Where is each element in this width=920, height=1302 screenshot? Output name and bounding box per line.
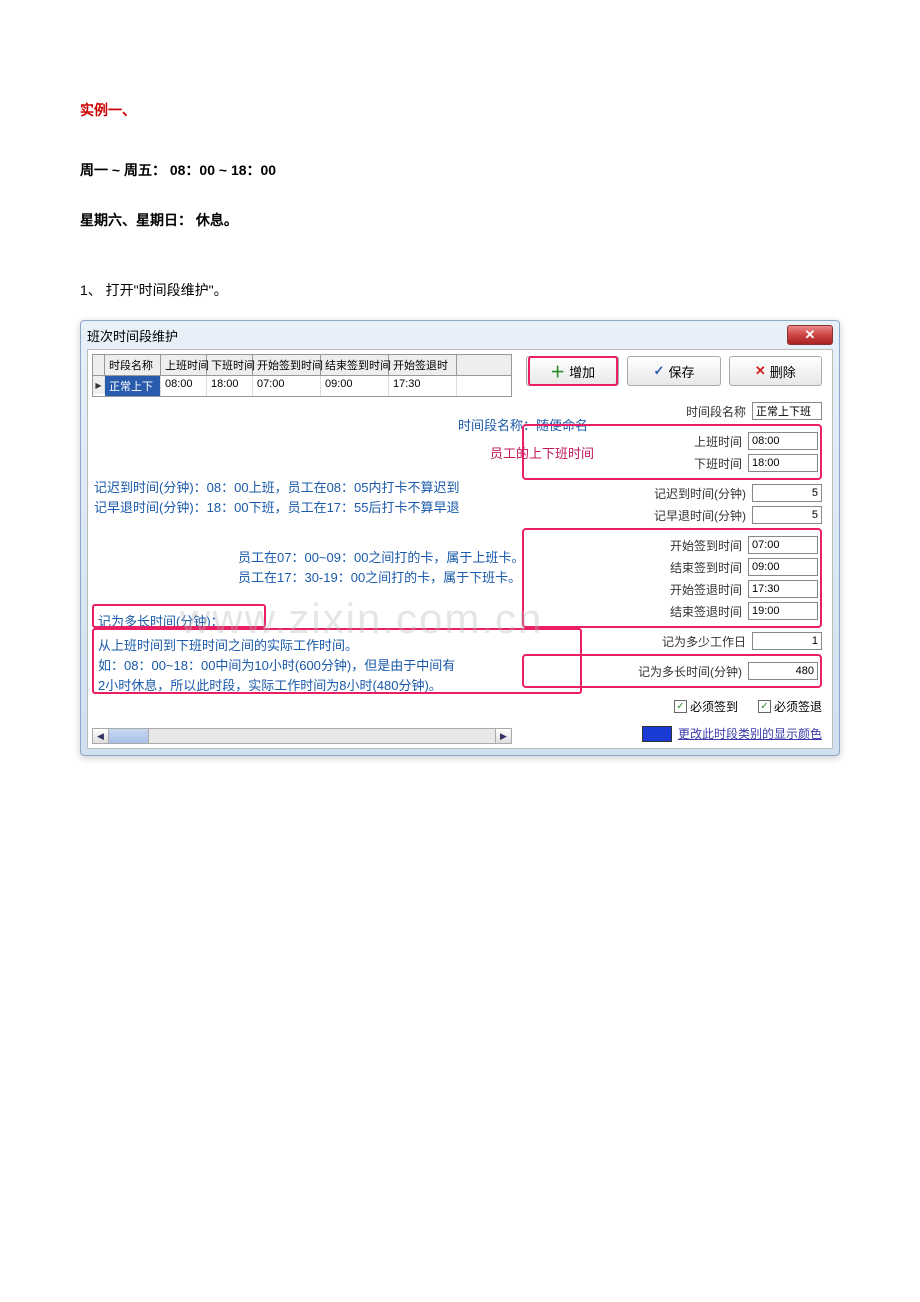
annot-duration-1: 从上班时间到下班时间之间的实际工作时间。 (98, 636, 358, 656)
input-days[interactable] (752, 632, 822, 650)
schedule-weekday: 周一 ~ 周五： 08：00 ~ 18：00 (80, 160, 840, 180)
cell-ci-start[interactable]: 07:00 (253, 376, 321, 396)
input-duration[interactable] (748, 662, 818, 680)
annot-late-line: 记迟到时间(分钟)：08：00上班，员工在08：05内打卡不算迟到 (94, 478, 460, 498)
pink-box-signtime: 开始签到时间 结束签到时间 开始签退时间 结束签退时间 (522, 528, 822, 628)
annot-duration-title: 记为多长时间(分钟)： (98, 612, 224, 632)
color-swatch (642, 726, 672, 742)
close-button[interactable]: ✕ (787, 325, 833, 345)
annot-early-line: 记早退时间(分钟)：18：00下班，员工在17：55后打卡不算早退 (94, 498, 460, 518)
color-link-text: 更改此时段类别的显示颜色 (678, 725, 822, 742)
left-panel: 时段名称 上班时间 下班时间 开始签到时间 结束签到时间 开始签退时 正常上下 … (92, 354, 512, 397)
grid-header: 时段名称 上班时间 下班时间 开始签到时间 结束签到时间 开始签退时 (93, 355, 511, 376)
input-co-end[interactable] (748, 602, 818, 620)
annot-range1: 员工在07：00~09：00之间打的卡，属于上班卡。 (238, 548, 524, 568)
col-name[interactable]: 时段名称 (105, 355, 161, 375)
example-title: 实例一、 (80, 100, 840, 120)
input-co-start[interactable] (748, 580, 818, 598)
input-name[interactable] (752, 402, 822, 420)
cell-on[interactable]: 08:00 (161, 376, 207, 396)
check-icon: ✓ (654, 363, 665, 379)
check-must-in-label: 必须签到 (690, 698, 738, 715)
delete-button[interactable]: ✕ 删除 (729, 356, 822, 386)
cell-off[interactable]: 18:00 (207, 376, 253, 396)
check-must-in[interactable]: ✓ 必须签到 (674, 698, 738, 715)
label-ci-start: 开始签到时间 (670, 537, 742, 554)
delete-label: 删除 (770, 362, 796, 381)
save-button[interactable]: ✓ 保存 (627, 356, 720, 386)
label-name: 时间段名称 (686, 403, 746, 420)
add-button[interactable]: ＋ 增加 (526, 356, 619, 386)
annot-range2: 员工在17：30-19：00之间打的卡，属于下班卡。 (238, 568, 521, 588)
label-early: 记早退时间(分钟) (654, 507, 746, 524)
toolbar: ＋ 增加 ✓ 保存 ✕ 删除 (522, 356, 822, 386)
close-icon: ✕ (805, 327, 816, 343)
col-co-start[interactable]: 开始签退时 (389, 355, 457, 375)
window-title: 班次时间段维护 (87, 326, 787, 345)
label-off: 下班时间 (694, 455, 742, 472)
label-duration: 记为多长时间(分钟) (638, 663, 742, 680)
titlebar[interactable]: 班次时间段维护 ✕ (81, 321, 839, 349)
col-off[interactable]: 下班时间 (207, 355, 253, 375)
plus-icon: ＋ (550, 361, 565, 382)
label-on: 上班时间 (694, 433, 742, 450)
x-icon: ✕ (755, 363, 766, 379)
cell-name[interactable]: 正常上下 (105, 376, 161, 396)
scroll-right-icon[interactable]: ▶ (495, 729, 511, 743)
table-row[interactable]: 正常上下 08:00 18:00 07:00 09:00 17:30 (93, 376, 511, 396)
checkbox-row: ✓ 必须签到 ✓ 必须签退 (522, 698, 822, 715)
cell-co-start[interactable]: 17:30 (389, 376, 457, 396)
input-off[interactable] (748, 454, 818, 472)
label-ci-end: 结束签到时间 (670, 559, 742, 576)
check-must-out[interactable]: ✓ 必须签退 (758, 698, 822, 715)
input-late[interactable] (752, 484, 822, 502)
scroll-thumb[interactable] (109, 729, 149, 743)
change-color-link[interactable]: 更改此时段类别的显示颜色 (522, 725, 822, 742)
check-must-out-label: 必须签退 (774, 698, 822, 715)
label-co-start: 开始签退时间 (670, 581, 742, 598)
input-early[interactable] (752, 506, 822, 524)
label-days: 记为多少工作日 (662, 633, 746, 650)
add-label: 增加 (569, 362, 595, 381)
data-grid[interactable]: 时段名称 上班时间 下班时间 开始签到时间 结束签到时间 开始签退时 正常上下 … (92, 354, 512, 397)
annot-duration-2: 如：08：00~18：00中间为10小时(600分钟)，但是由于中间有 (98, 656, 455, 676)
col-ci-start[interactable]: 开始签到时间 (253, 355, 321, 375)
col-on[interactable]: 上班时间 (161, 355, 207, 375)
checkbox-icon: ✓ (674, 700, 687, 713)
row-marker-icon (93, 376, 105, 394)
schedule-weekend: 星期六、星期日： 休息。 (80, 210, 840, 230)
save-label: 保存 (668, 362, 694, 381)
dialog-window: 班次时间段维护 ✕ 时段名称 上班时间 下班时间 开始签到时间 结束签到时间 开… (80, 320, 840, 756)
annot-duration-3: 2小时休息，所以此时段，实际工作时间为8小时(480分钟)。 (98, 676, 442, 696)
horizontal-scrollbar[interactable]: ◀ ▶ (92, 728, 512, 744)
input-ci-start[interactable] (748, 536, 818, 554)
pink-box-duration: 记为多长时间(分钟) (522, 654, 822, 688)
window-body: 时段名称 上班时间 下班时间 开始签到时间 结束签到时间 开始签退时 正常上下 … (87, 349, 833, 749)
col-ci-end[interactable]: 结束签到时间 (321, 355, 389, 375)
input-ci-end[interactable] (748, 558, 818, 576)
input-on[interactable] (748, 432, 818, 450)
scroll-left-icon[interactable]: ◀ (93, 729, 109, 743)
step-1-text: 1、 打开"时间段维护"。 (80, 280, 840, 300)
form-panel: ＋ 增加 ✓ 保存 ✕ 删除 时间段名称 上班时间 (522, 356, 822, 742)
label-late: 记迟到时间(分钟) (654, 485, 746, 502)
label-co-end: 结束签退时间 (670, 603, 742, 620)
checkbox-icon: ✓ (758, 700, 771, 713)
cell-ci-end[interactable]: 09:00 (321, 376, 389, 396)
pink-box-worktime: 上班时间 下班时间 (522, 424, 822, 480)
